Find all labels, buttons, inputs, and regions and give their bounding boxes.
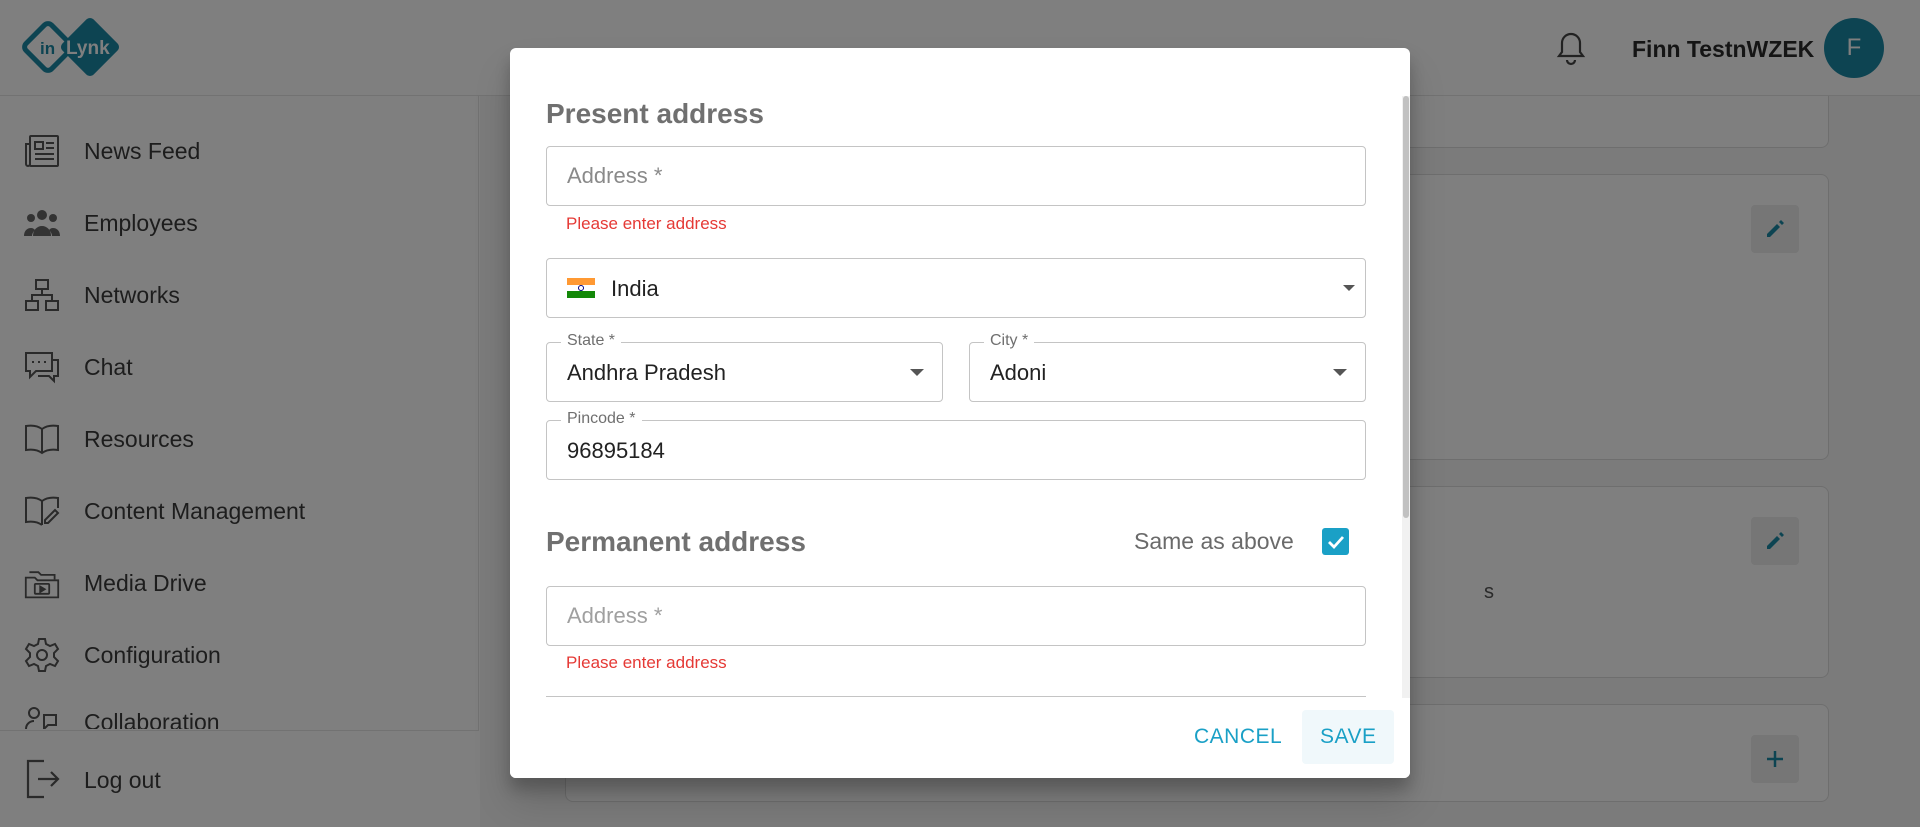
address-dialog: Present address Address * Please enter a… [510,48,1410,778]
state-label: State * [561,332,622,350]
present-address-error: Please enter address [566,214,727,233]
state-value: Andhra Pradesh [567,360,726,385]
pincode-value: 96895184 [567,438,665,463]
pincode-input[interactable]: Pincode * 96895184 [546,410,1366,480]
chevron-down-icon [910,369,924,376]
cancel-button[interactable]: CANCEL [1176,710,1300,764]
permanent-address-input[interactable]: Address * [546,586,1366,646]
city-select[interactable]: City * Adoni [969,332,1366,402]
same-as-above-label[interactable]: Same as above [1134,528,1294,555]
india-flag-icon [567,278,595,298]
permanent-address-error: Please enter address [566,653,727,672]
present-address-input[interactable]: Address * [546,146,1366,206]
address-placeholder: Address * [567,163,663,188]
chevron-down-icon [1333,369,1347,376]
dialog-content[interactable]: Present address Address * Please enter a… [510,48,1410,698]
scrollbar-thumb[interactable] [1403,96,1409,518]
checkmark-icon [1327,535,1344,549]
save-button[interactable]: SAVE [1302,710,1395,764]
state-select[interactable]: State * Andhra Pradesh [546,332,943,402]
country-value: India [611,276,659,301]
city-label: City * [984,332,1035,350]
pincode-label: Pincode * [561,410,642,428]
same-as-above-checkbox[interactable] [1322,528,1349,555]
chevron-down-icon [1343,285,1355,291]
country-select[interactable]: India [546,258,1366,318]
address-placeholder: Address * [567,603,663,628]
dialog-actions: CANCEL SAVE [510,698,1410,778]
city-value: Adoni [990,360,1047,385]
permanent-address-title: Permanent address [546,526,806,557]
present-address-title: Present address [546,98,764,129]
